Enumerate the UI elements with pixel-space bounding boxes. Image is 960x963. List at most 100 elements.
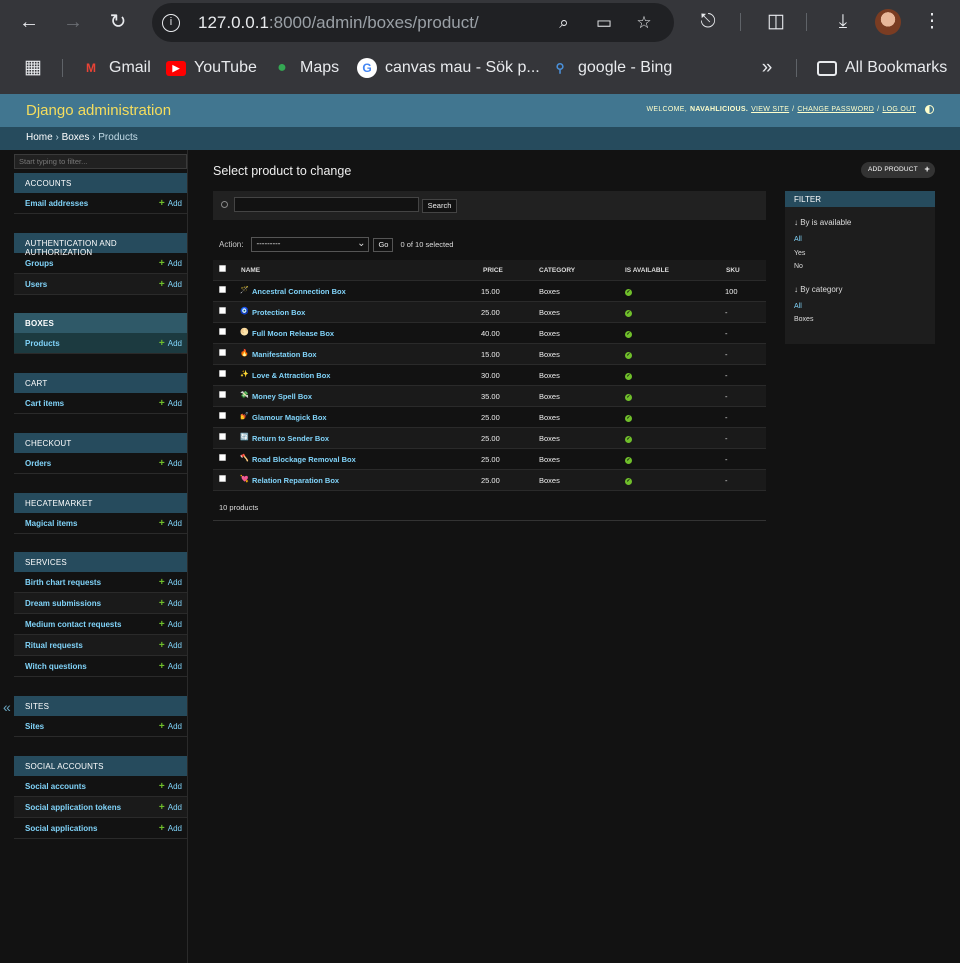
card-icon[interactable]: ▭ (593, 12, 615, 34)
filter-option[interactable]: All (794, 236, 935, 250)
filter-option[interactable]: No (794, 263, 935, 277)
filter-option[interactable]: All (794, 303, 935, 317)
breadcrumb-boxes[interactable]: Boxes (62, 132, 90, 143)
sidebar-item[interactable]: Ritual requests + Add (14, 635, 187, 656)
product-name-link[interactable]: Full Moon Release Box (252, 329, 334, 338)
row-checkbox[interactable] (219, 412, 226, 419)
sidebar-item[interactable]: Sites + Add (14, 716, 187, 737)
row-checkbox[interactable] (219, 286, 226, 293)
sidebar-filter-input[interactable]: Start typing to filter... (14, 154, 187, 169)
theme-toggle-icon[interactable] (925, 105, 934, 114)
column-sku[interactable]: SKU (726, 267, 740, 274)
add-link[interactable]: + Add (159, 279, 182, 290)
add-link[interactable]: + Add (159, 198, 182, 209)
filter-option[interactable]: Boxes (794, 316, 935, 330)
product-name-link[interactable]: Protection Box (252, 308, 305, 317)
add-link[interactable]: + Add (159, 458, 182, 469)
filter-option[interactable]: Yes (794, 250, 935, 264)
sidebar-item[interactable]: Users + Add (14, 274, 187, 295)
log-out-link[interactable]: Log out (882, 106, 916, 113)
search-button[interactable]: Search (422, 199, 457, 213)
sidebar-item[interactable]: Cart items + Add (14, 393, 187, 414)
add-link[interactable]: + Add (159, 398, 182, 409)
module-header[interactable]: Authentication and Authorization (14, 233, 187, 257)
media-search-icon[interactable]: ◫ (764, 10, 788, 34)
chevron-more-icon[interactable]: » (755, 56, 779, 80)
download-icon[interactable]: ⤓ (831, 10, 855, 34)
module-header[interactable]: Sites (14, 696, 187, 716)
add-link[interactable]: + Add (159, 640, 182, 651)
add-link[interactable]: + Add (159, 802, 182, 813)
add-link[interactable]: + Add (159, 598, 182, 609)
add-link[interactable]: + Add (159, 577, 182, 588)
bookmark-gmail[interactable]: M Gmail (81, 57, 151, 79)
row-checkbox[interactable] (219, 454, 226, 461)
module-header[interactable]: Checkout (14, 433, 187, 453)
row-checkbox[interactable] (219, 349, 226, 356)
star-icon[interactable]: ☆ (633, 12, 655, 34)
product-name-link[interactable]: Money Spell Box (252, 392, 312, 401)
add-link[interactable]: + Add (159, 338, 182, 349)
menu-kebab-icon[interactable]: ⋮ (920, 10, 944, 34)
sidebar-item[interactable]: Social application tokens + Add (14, 797, 187, 818)
sidebar-item[interactable]: Medium contact requests + Add (14, 614, 187, 635)
sidebar-item[interactable]: Magical items + Add (14, 513, 187, 534)
go-button[interactable]: Go (373, 237, 394, 252)
module-header[interactable]: Services (14, 552, 187, 572)
column-name[interactable]: Name (241, 267, 260, 274)
bookmark-bing[interactable]: ⚲ google - Bing (550, 57, 673, 79)
module-header[interactable]: Boxes (14, 313, 187, 333)
module-header[interactable]: Cart (14, 373, 187, 393)
back-arrow-icon[interactable]: ← (17, 10, 41, 34)
sidebar-item[interactable]: Social applications + Add (14, 818, 187, 839)
product-name-link[interactable]: Return to Sender Box (252, 434, 329, 443)
module-header[interactable]: Social Accounts (14, 756, 187, 776)
product-name-link[interactable]: Love & Attraction Box (252, 371, 330, 380)
column-is-available[interactable]: Is available (625, 267, 669, 274)
apps-grid-icon[interactable]: ▦ (21, 56, 45, 80)
sidebar-item[interactable]: Social accounts + Add (14, 776, 187, 797)
module-header[interactable]: Accounts (14, 173, 187, 193)
add-link[interactable]: + Add (159, 619, 182, 630)
product-name-link[interactable]: Glamour Magick Box (252, 413, 327, 422)
action-select[interactable]: --------- ⌄ (251, 237, 370, 252)
sidebar-item[interactable]: Birth chart requests + Add (14, 572, 187, 593)
site-info-icon[interactable]: i (162, 14, 180, 32)
row-checkbox[interactable] (219, 475, 226, 482)
collapse-sidebar-icon[interactable]: « (3, 699, 11, 715)
change-password-link[interactable]: Change password (797, 106, 874, 113)
add-link[interactable]: + Add (159, 781, 182, 792)
column-price[interactable]: Price (483, 267, 503, 274)
view-site-link[interactable]: View site (751, 106, 789, 113)
module-header[interactable]: Hecatemarket (14, 493, 187, 513)
add-link[interactable]: + Add (159, 258, 182, 269)
row-checkbox[interactable] (219, 307, 226, 314)
extensions-icon[interactable]: ⎋ (696, 10, 720, 34)
row-checkbox[interactable] (219, 328, 226, 335)
row-checkbox[interactable] (219, 433, 226, 440)
product-name-link[interactable]: Ancestral Connection Box (252, 287, 346, 296)
profile-avatar[interactable] (875, 9, 901, 35)
add-link[interactable]: + Add (159, 661, 182, 672)
breadcrumb-home[interactable]: Home (26, 132, 53, 143)
column-category[interactable]: Category (539, 267, 575, 274)
sidebar-item[interactable]: Dream submissions + Add (14, 593, 187, 614)
row-checkbox[interactable] (219, 370, 226, 377)
product-name-link[interactable]: Road Blockage Removal Box (252, 455, 356, 464)
address-bar[interactable]: i 127.0.0.1:8000/admin/boxes/product/ ⌕ … (152, 3, 674, 42)
bookmark-canvas[interactable]: Gcanvas mau - Sök p... (357, 57, 540, 79)
add-link[interactable]: + Add (159, 518, 182, 529)
zoom-icon[interactable]: ⌕ (553, 12, 575, 34)
sidebar-item[interactable]: Products + Add (14, 333, 187, 354)
add-link[interactable]: + Add (159, 721, 182, 732)
bookmark-youtube[interactable]: ▶ YouTube (166, 57, 257, 79)
select-all-checkbox[interactable] (219, 265, 226, 272)
site-brand[interactable]: Django administration (26, 102, 171, 119)
all-bookmarks-button[interactable]: All Bookmarks (817, 57, 947, 79)
sidebar-item[interactable]: Orders + Add (14, 453, 187, 474)
row-checkbox[interactable] (219, 391, 226, 398)
sidebar-item[interactable]: Groups + Add (14, 253, 187, 274)
product-name-link[interactable]: Manifestation Box (252, 350, 317, 359)
reload-icon[interactable]: ↻ (106, 10, 130, 34)
search-input[interactable] (234, 197, 419, 212)
